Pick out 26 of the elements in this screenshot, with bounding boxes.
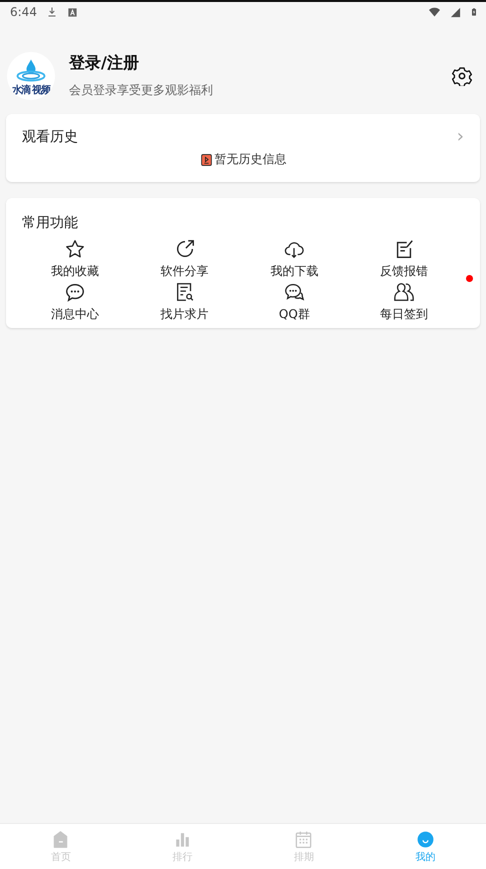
common-functions-title: 常用功能 [22, 214, 79, 232]
function-item[interactable]: 消息中心 [20, 281, 130, 323]
status-time: 6:44 [10, 5, 37, 19]
function-item[interactable]: 找片求片 [130, 281, 240, 323]
empty-history-message: 暂无历史信息 [214, 151, 286, 168]
function-item[interactable]: 软件分享 [130, 238, 240, 280]
function-item[interactable]: 我的收藏 [20, 238, 130, 280]
member-subtitle: 会员登录享受更多观影福利 [69, 82, 214, 99]
group-chat-icon [283, 281, 306, 303]
function-item[interactable]: 每日签到 [349, 281, 459, 323]
function-item[interactable]: QQ群 [240, 281, 350, 323]
video-book-icon [200, 152, 212, 166]
notification-icon [66, 6, 78, 18]
smiley-icon [416, 830, 435, 848]
chat-bubble-icon [64, 281, 86, 303]
wifi-icon [428, 6, 441, 18]
settings-icon[interactable] [452, 66, 472, 86]
function-item[interactable]: 反馈报错 [349, 238, 459, 280]
people-icon [393, 281, 416, 303]
function-item[interactable]: 我的下载 [240, 238, 350, 280]
download-icon [46, 6, 58, 18]
watch-history-title: 观看历史 [22, 128, 78, 146]
star-icon [64, 238, 86, 260]
login-register-link[interactable]: 登录/注册 [69, 53, 438, 74]
signal-icon [450, 6, 461, 18]
calendar-icon [294, 830, 314, 848]
